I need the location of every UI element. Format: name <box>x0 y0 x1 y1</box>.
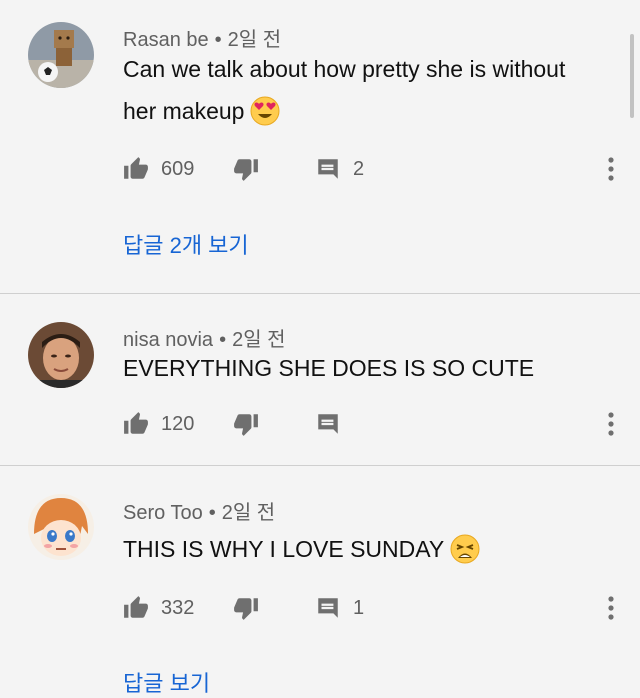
comment-icon <box>315 411 341 437</box>
comment-text-line: EVERYTHING SHE DOES IS SO CUTE <box>123 355 535 381</box>
dislike-button[interactable] <box>233 154 259 184</box>
view-replies-link[interactable]: 답글 2개 보기 <box>123 228 249 260</box>
comment-time: 2일 전 <box>221 502 276 524</box>
avatar[interactable] <box>28 322 94 388</box>
comment-item: Rasan be • 2일 전 Can we talk about how pret… <box>0 0 640 294</box>
author-name[interactable]: Sero Too <box>123 502 203 524</box>
avatar[interactable] <box>28 494 94 560</box>
reply-button[interactable] <box>315 409 341 439</box>
thumbs-down-icon <box>233 595 259 621</box>
comment-meta: Sero Too • 2일 전 <box>123 496 275 525</box>
comment-text-line: THIS IS WHY I LOVE SUNDAY <box>123 528 603 570</box>
comment-item: Sero Too • 2일 전 THIS IS WHY I LOVE SUNDAY … <box>0 466 640 698</box>
comment-actions: 120 <box>123 409 623 439</box>
like-button[interactable]: 609 <box>123 154 194 184</box>
like-count: 332 <box>161 596 195 619</box>
like-count: 609 <box>161 157 195 180</box>
comment-text-line-content: her makeup <box>123 98 245 124</box>
thumbs-up-icon <box>123 156 149 182</box>
comment-text-line: Can we talk about how pretty she is with… <box>123 56 566 82</box>
comment-icon <box>315 156 341 182</box>
thumbs-down-icon <box>233 156 259 182</box>
comment-text: THIS IS WHY I LOVE SUNDAY <box>123 528 603 570</box>
avatar[interactable] <box>28 22 94 88</box>
dislike-button[interactable] <box>233 409 259 439</box>
view-replies-link[interactable]: 답글 보기 <box>123 666 210 698</box>
reply-count: 2 <box>353 157 365 180</box>
comment-text-line: her makeup <box>123 90 603 132</box>
comment-text: EVERYTHING SHE DOES IS SO CUTE <box>123 347 603 389</box>
dislike-button[interactable] <box>233 593 259 623</box>
reply-button[interactable]: 2 <box>315 154 364 184</box>
comment-item: nisa novia • 2일 전 EVERYTHING SHE DOES IS S… <box>0 294 640 466</box>
thumbs-up-icon <box>123 411 149 437</box>
weary-face-emoji-icon <box>450 534 480 564</box>
comment-icon <box>315 595 341 621</box>
comment-actions: 609 2 <box>123 154 623 184</box>
more-vert-icon[interactable] <box>608 596 614 620</box>
like-button[interactable]: 120 <box>123 409 194 439</box>
reply-button[interactable]: 1 <box>315 593 364 623</box>
comment-actions: 332 1 <box>123 593 623 623</box>
comment-text: Can we talk about how pretty she is with… <box>123 48 603 132</box>
comment-text-line-content: THIS IS WHY I LOVE SUNDAY <box>123 536 445 562</box>
thumbs-down-icon <box>233 411 259 437</box>
meta-separator: • <box>208 502 216 524</box>
reply-count: 1 <box>353 596 365 619</box>
thumbs-up-icon <box>123 595 149 621</box>
like-count: 120 <box>161 412 195 435</box>
heart-eyes-emoji-icon <box>250 96 280 126</box>
more-vert-icon[interactable] <box>608 157 614 181</box>
like-button[interactable]: 332 <box>123 593 194 623</box>
more-vert-icon[interactable] <box>608 412 614 436</box>
